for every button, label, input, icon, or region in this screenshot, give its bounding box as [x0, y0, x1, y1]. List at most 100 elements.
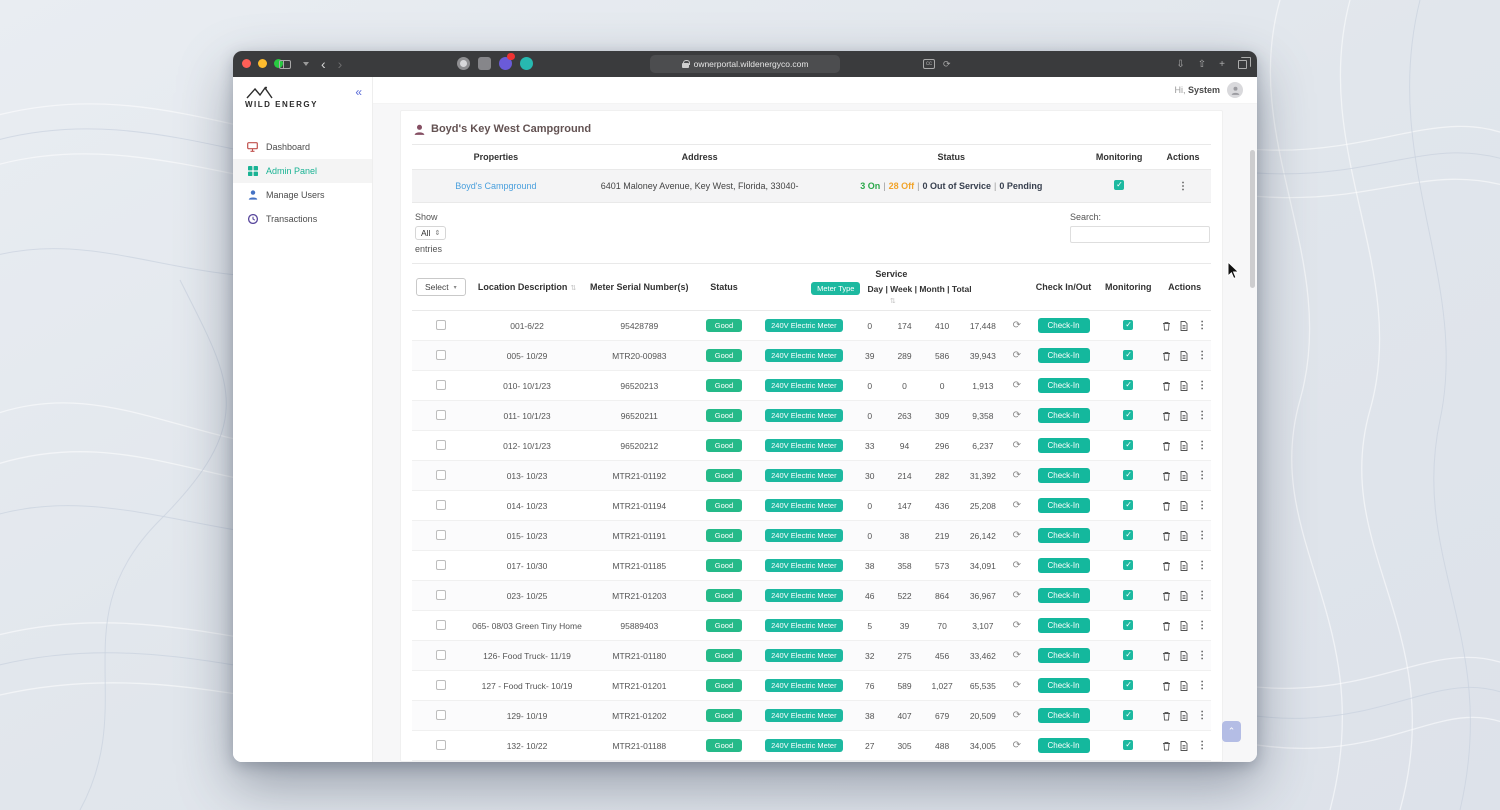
- row-kebab-icon[interactable]: ⋮: [1197, 440, 1207, 451]
- col-status[interactable]: Status: [694, 264, 754, 311]
- row-kebab-icon[interactable]: ⋮: [1197, 320, 1207, 331]
- chevron-down-icon[interactable]: [303, 62, 309, 66]
- monitoring-checkbox[interactable]: [1123, 440, 1133, 450]
- check-in-button[interactable]: Check-In: [1038, 318, 1090, 333]
- row-checkbox[interactable]: [436, 380, 446, 390]
- avatar[interactable]: [1227, 82, 1243, 98]
- row-checkbox[interactable]: [436, 410, 446, 420]
- trash-icon[interactable]: [1162, 351, 1171, 361]
- monitoring-checkbox[interactable]: [1123, 530, 1133, 540]
- trash-icon[interactable]: [1162, 441, 1171, 451]
- row-checkbox[interactable]: [436, 500, 446, 510]
- monitoring-checkbox[interactable]: [1123, 740, 1133, 750]
- row-kebab-icon[interactable]: ⋮: [1197, 650, 1207, 661]
- refresh-icon[interactable]: ⟳: [1013, 590, 1021, 601]
- property-kebab-icon[interactable]: ⋮: [1178, 181, 1188, 192]
- document-icon[interactable]: [1180, 711, 1188, 721]
- trash-icon[interactable]: [1162, 711, 1171, 721]
- row-checkbox[interactable]: [436, 350, 446, 360]
- refresh-icon[interactable]: ⟳: [1013, 320, 1021, 331]
- page-length-select[interactable]: All ⇕: [415, 226, 446, 240]
- app-extension-icon[interactable]: [499, 57, 512, 70]
- downloads-icon[interactable]: ⇩: [1176, 59, 1184, 70]
- row-kebab-icon[interactable]: ⋮: [1197, 620, 1207, 631]
- document-icon[interactable]: [1180, 471, 1188, 481]
- document-icon[interactable]: [1180, 561, 1188, 571]
- row-kebab-icon[interactable]: ⋮: [1197, 590, 1207, 601]
- document-icon[interactable]: [1180, 651, 1188, 661]
- teal-extension-icon[interactable]: [520, 57, 533, 70]
- document-icon[interactable]: [1180, 441, 1188, 451]
- refresh-icon[interactable]: ⟳: [1013, 710, 1021, 721]
- monitoring-checkbox[interactable]: [1123, 650, 1133, 660]
- document-icon[interactable]: [1180, 591, 1188, 601]
- document-icon[interactable]: [1180, 501, 1188, 511]
- sidebar-item-transactions[interactable]: Transactions: [233, 207, 372, 231]
- document-icon[interactable]: [1180, 681, 1188, 691]
- document-icon[interactable]: [1180, 621, 1188, 631]
- monitoring-checkbox[interactable]: [1123, 590, 1133, 600]
- row-kebab-icon[interactable]: ⋮: [1197, 680, 1207, 691]
- check-in-button[interactable]: Check-In: [1038, 438, 1090, 453]
- trash-icon[interactable]: [1162, 471, 1171, 481]
- sidebar-collapse-icon[interactable]: «: [355, 86, 362, 98]
- sidebar-item-dashboard[interactable]: Dashboard: [233, 135, 372, 159]
- check-in-button[interactable]: Check-In: [1038, 738, 1090, 753]
- row-checkbox[interactable]: [436, 530, 446, 540]
- row-checkbox[interactable]: [436, 710, 446, 720]
- col-check-in-out[interactable]: Check In/Out: [1029, 264, 1099, 311]
- tab-overview-icon[interactable]: [1238, 60, 1247, 69]
- row-kebab-icon[interactable]: ⋮: [1197, 380, 1207, 391]
- check-in-button[interactable]: Check-In: [1038, 648, 1090, 663]
- sidebar-item-manage-users[interactable]: Manage Users: [233, 183, 372, 207]
- monitoring-checkbox[interactable]: [1123, 320, 1133, 330]
- monitoring-checkbox[interactable]: [1123, 710, 1133, 720]
- back-button[interactable]: ‹: [321, 51, 326, 77]
- row-kebab-icon[interactable]: ⋮: [1197, 530, 1207, 541]
- select-dropdown-button[interactable]: Select▾: [416, 278, 466, 296]
- trash-icon[interactable]: [1162, 381, 1171, 391]
- row-checkbox[interactable]: [436, 620, 446, 630]
- share-icon[interactable]: ⇧: [1198, 59, 1206, 70]
- property-monitoring-checkbox[interactable]: [1114, 180, 1124, 190]
- new-tab-icon[interactable]: +: [1219, 59, 1225, 70]
- browser-sidebar-icon[interactable]: [279, 60, 291, 69]
- trash-icon[interactable]: [1162, 411, 1171, 421]
- col-location-description[interactable]: Location Description: [470, 264, 585, 311]
- col-service[interactable]: Service Meter Type Day | Week | Month | …: [754, 264, 1029, 311]
- row-kebab-icon[interactable]: ⋮: [1197, 740, 1207, 751]
- check-in-button[interactable]: Check-In: [1038, 558, 1090, 573]
- row-kebab-icon[interactable]: ⋮: [1197, 500, 1207, 511]
- monitoring-checkbox[interactable]: [1123, 500, 1133, 510]
- row-kebab-icon[interactable]: ⋮: [1197, 410, 1207, 421]
- monitoring-checkbox[interactable]: [1123, 680, 1133, 690]
- check-in-button[interactable]: Check-In: [1038, 498, 1090, 513]
- address-bar[interactable]: ownerportal.wildenergyco.com: [650, 55, 840, 73]
- refresh-icon[interactable]: ⟳: [1013, 680, 1021, 691]
- row-checkbox[interactable]: [436, 740, 446, 750]
- trash-icon[interactable]: [1162, 651, 1171, 661]
- check-in-button[interactable]: Check-In: [1038, 588, 1090, 603]
- forward-button[interactable]: ›: [338, 51, 343, 77]
- trash-icon[interactable]: [1162, 321, 1171, 331]
- trash-icon[interactable]: [1162, 621, 1171, 631]
- refresh-icon[interactable]: ⟳: [1013, 740, 1021, 751]
- refresh-icon[interactable]: ⟳: [1013, 500, 1021, 511]
- close-window-button[interactable]: [242, 59, 251, 68]
- monitoring-checkbox[interactable]: [1123, 350, 1133, 360]
- check-in-button[interactable]: Check-In: [1038, 618, 1090, 633]
- check-in-button[interactable]: Check-In: [1038, 408, 1090, 423]
- monitoring-checkbox[interactable]: [1123, 560, 1133, 570]
- translate-icon[interactable]: cc: [923, 59, 935, 69]
- check-in-button[interactable]: Check-In: [1038, 378, 1090, 393]
- document-icon[interactable]: [1180, 351, 1188, 361]
- row-checkbox[interactable]: [436, 590, 446, 600]
- refresh-icon[interactable]: ⟳: [1013, 410, 1021, 421]
- refresh-icon[interactable]: ⟳: [1013, 350, 1021, 361]
- sidebar-item-admin-panel[interactable]: Admin Panel: [233, 159, 372, 183]
- profile-extension-icon[interactable]: [457, 57, 470, 70]
- check-in-button[interactable]: Check-In: [1038, 708, 1090, 723]
- col-monitoring[interactable]: Monitoring: [1098, 264, 1158, 311]
- row-checkbox[interactable]: [436, 470, 446, 480]
- reload-icon[interactable]: ⟳: [943, 59, 951, 70]
